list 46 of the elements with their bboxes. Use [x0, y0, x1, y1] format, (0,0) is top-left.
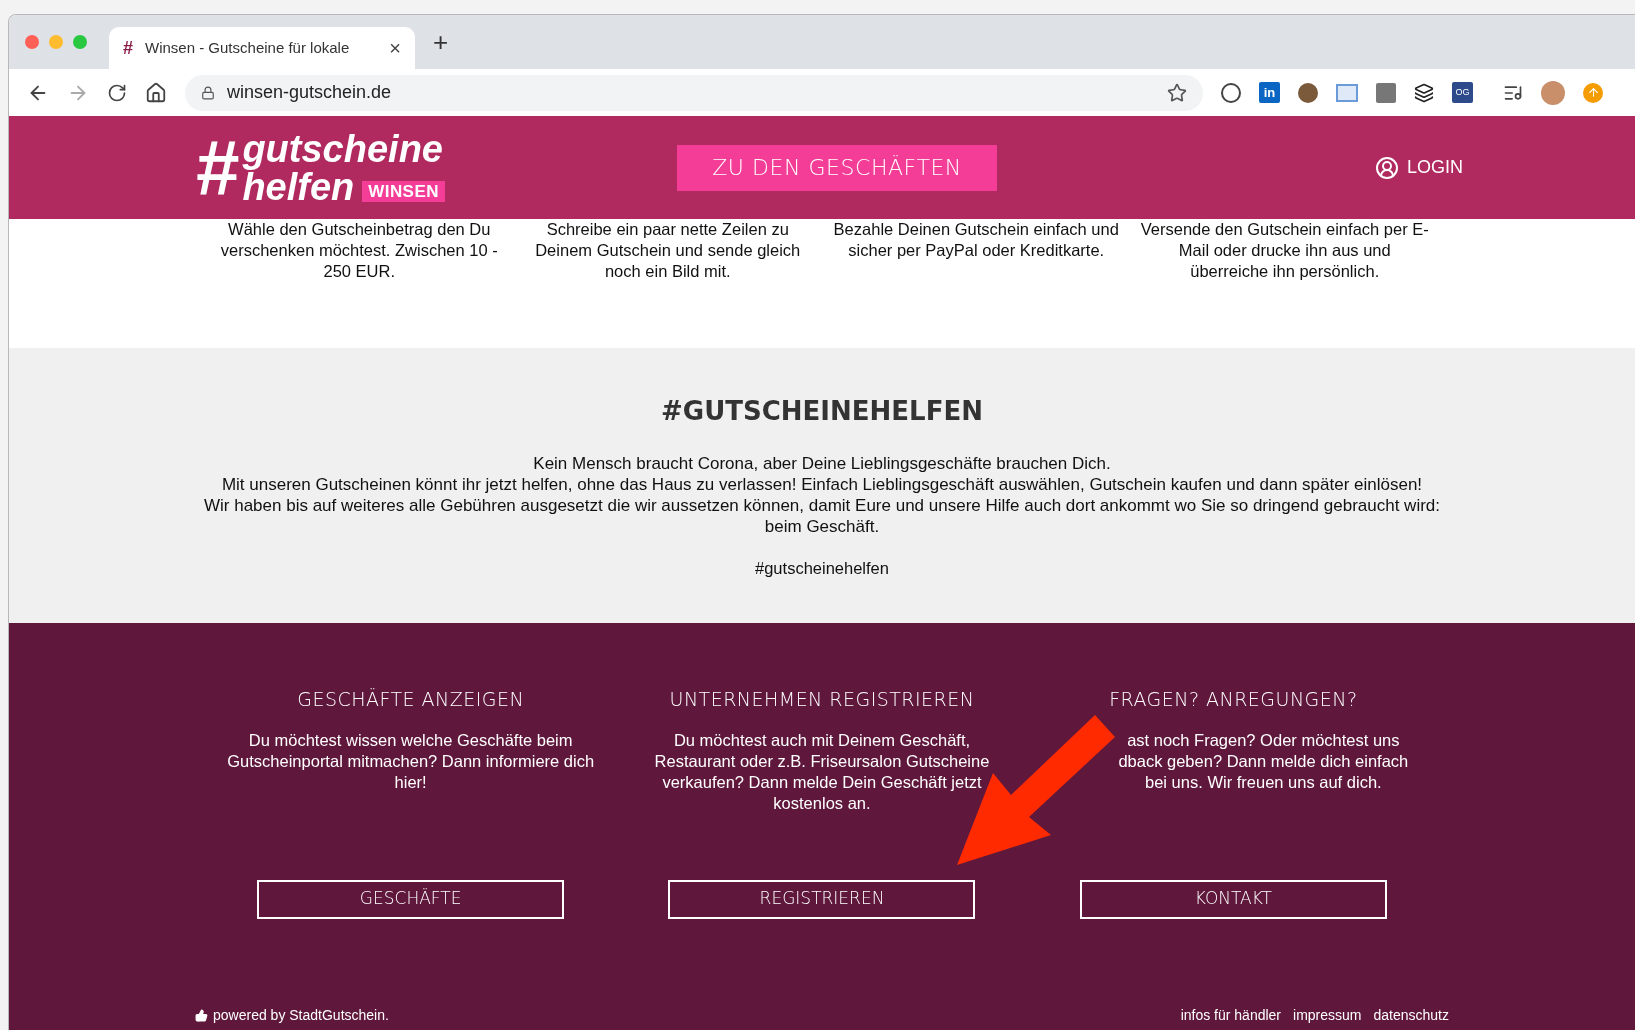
new-tab-button[interactable]: + [433, 22, 449, 62]
footer-link[interactable]: infos für händler [1180, 1005, 1282, 1026]
window-icon[interactable] [1336, 83, 1358, 102]
shops-cta-button[interactable]: ZU DEN GESCHÄFTEN [677, 144, 997, 191]
extension-icon[interactable]: in [1259, 82, 1280, 103]
tab-title: Winsen - Gutscheine für lokale [145, 37, 351, 58]
tab-favicon: # [123, 36, 133, 60]
footer-paragraph: Du möchtest wissen welche Geschäfte beim Gutscheinportal mitmachen? Dann informiere dich hier! [226, 729, 596, 793]
about-paragraph: Kein Mensch braucht Corona, aber Deine Lieblingsgeschäfte brauchen Dich. [533, 453, 1111, 474]
section-heading: #GUTSCHEINEHELFEN [661, 395, 983, 428]
avatar-icon[interactable] [1541, 80, 1565, 105]
footer-heading: FRAGEN? ANREGUNGEN? [1109, 687, 1358, 712]
step-description: Wähle den Gutscheinbetrag den Du verschenken möchtest. Zwischen 10 - 250 EUR. [219, 219, 499, 282]
tab-close-button[interactable]: × [389, 33, 401, 63]
layers-icon[interactable] [1414, 82, 1434, 103]
step-description: Schreibe ein paar nette Zeilen zu Deinem Gutschein und sende gleich noch ein Bild mit. [534, 219, 802, 282]
square-icon[interactable] [1376, 82, 1396, 103]
bookmark-star-icon[interactable] [1167, 82, 1187, 103]
footer-link[interactable]: datenschutz [1373, 1005, 1449, 1026]
logo-text: gutscheine [242, 129, 444, 168]
footer-heading: UNTERNEHMEN REGISTRIEREN [669, 687, 975, 712]
user-icon [1375, 155, 1399, 180]
footer-button[interactable]: GESCHÄFTE [257, 879, 565, 919]
extension-icon[interactable]: OG [1452, 82, 1473, 103]
about-paragraph: Wir haben bis auf weiteres alle Gebühren ausgesetzt die wir aussetzen können, damit Eure und unsere Hilfe auch dort ankommt wo Sie so dringend gebraucht wird: beim Geschäft. [203, 495, 1441, 537]
home-icon[interactable] [145, 81, 167, 104]
footer-button[interactable]: KONTAKT [1079, 879, 1387, 919]
footer-paragraph: ast noch Fragen? Oder möchtest uns dback geben? Dann melde dich einfach bei uns. Wir freuen uns auf dich. [1117, 729, 1410, 793]
reload-icon[interactable] [107, 82, 127, 103]
cookie-icon[interactable] [1298, 82, 1318, 103]
thumbs-up-icon [195, 1009, 208, 1022]
step-description: Versende den Gutschein einfach per E-Mail oder drucke ihn aus und überreiche ihn persönlich. [1139, 219, 1430, 282]
login-link[interactable]: LOGIN [1375, 154, 1463, 181]
footer-button[interactable]: REGISTRIEREN [668, 879, 976, 919]
footer-link[interactable]: impressum [1293, 1005, 1362, 1026]
browser-tab[interactable]: # Winsen - Gutscheine für lokale × [109, 27, 415, 69]
url-text: winsen-gutschein.de [227, 81, 393, 104]
footer-heading: GESCHÄFTE ANZEIGEN [297, 687, 525, 712]
powered-by-link[interactable]: powered by StadtGutschein. [195, 1005, 389, 1026]
footer-paragraph: Du möchtest auch mit Deinem Geschäft, Restaurant oder z.B. Friseursalon Gutscheine verkaufen? Dann melde Dein Geschäft jetzt kostenlos an. [653, 729, 991, 814]
hashtag-text: #gutscheinehelfen [755, 558, 889, 579]
step-description: Bezahle Deinen Gutschein einfach und sicher per PayPal oder Kreditkarte. [832, 219, 1120, 261]
lock-icon [201, 85, 215, 100]
address-bar[interactable]: winsen-gutschein.de [185, 74, 1203, 111]
about-paragraph: Mit unseren Gutscheinen könnt ihr jetzt helfen, ohne das Haus zu verlassen! Einfach Lieblingsgeschäft auswählen, Gutschein kaufen und dann später einlösen! [221, 474, 1423, 495]
logo-badge: WINSEN [362, 180, 445, 202]
